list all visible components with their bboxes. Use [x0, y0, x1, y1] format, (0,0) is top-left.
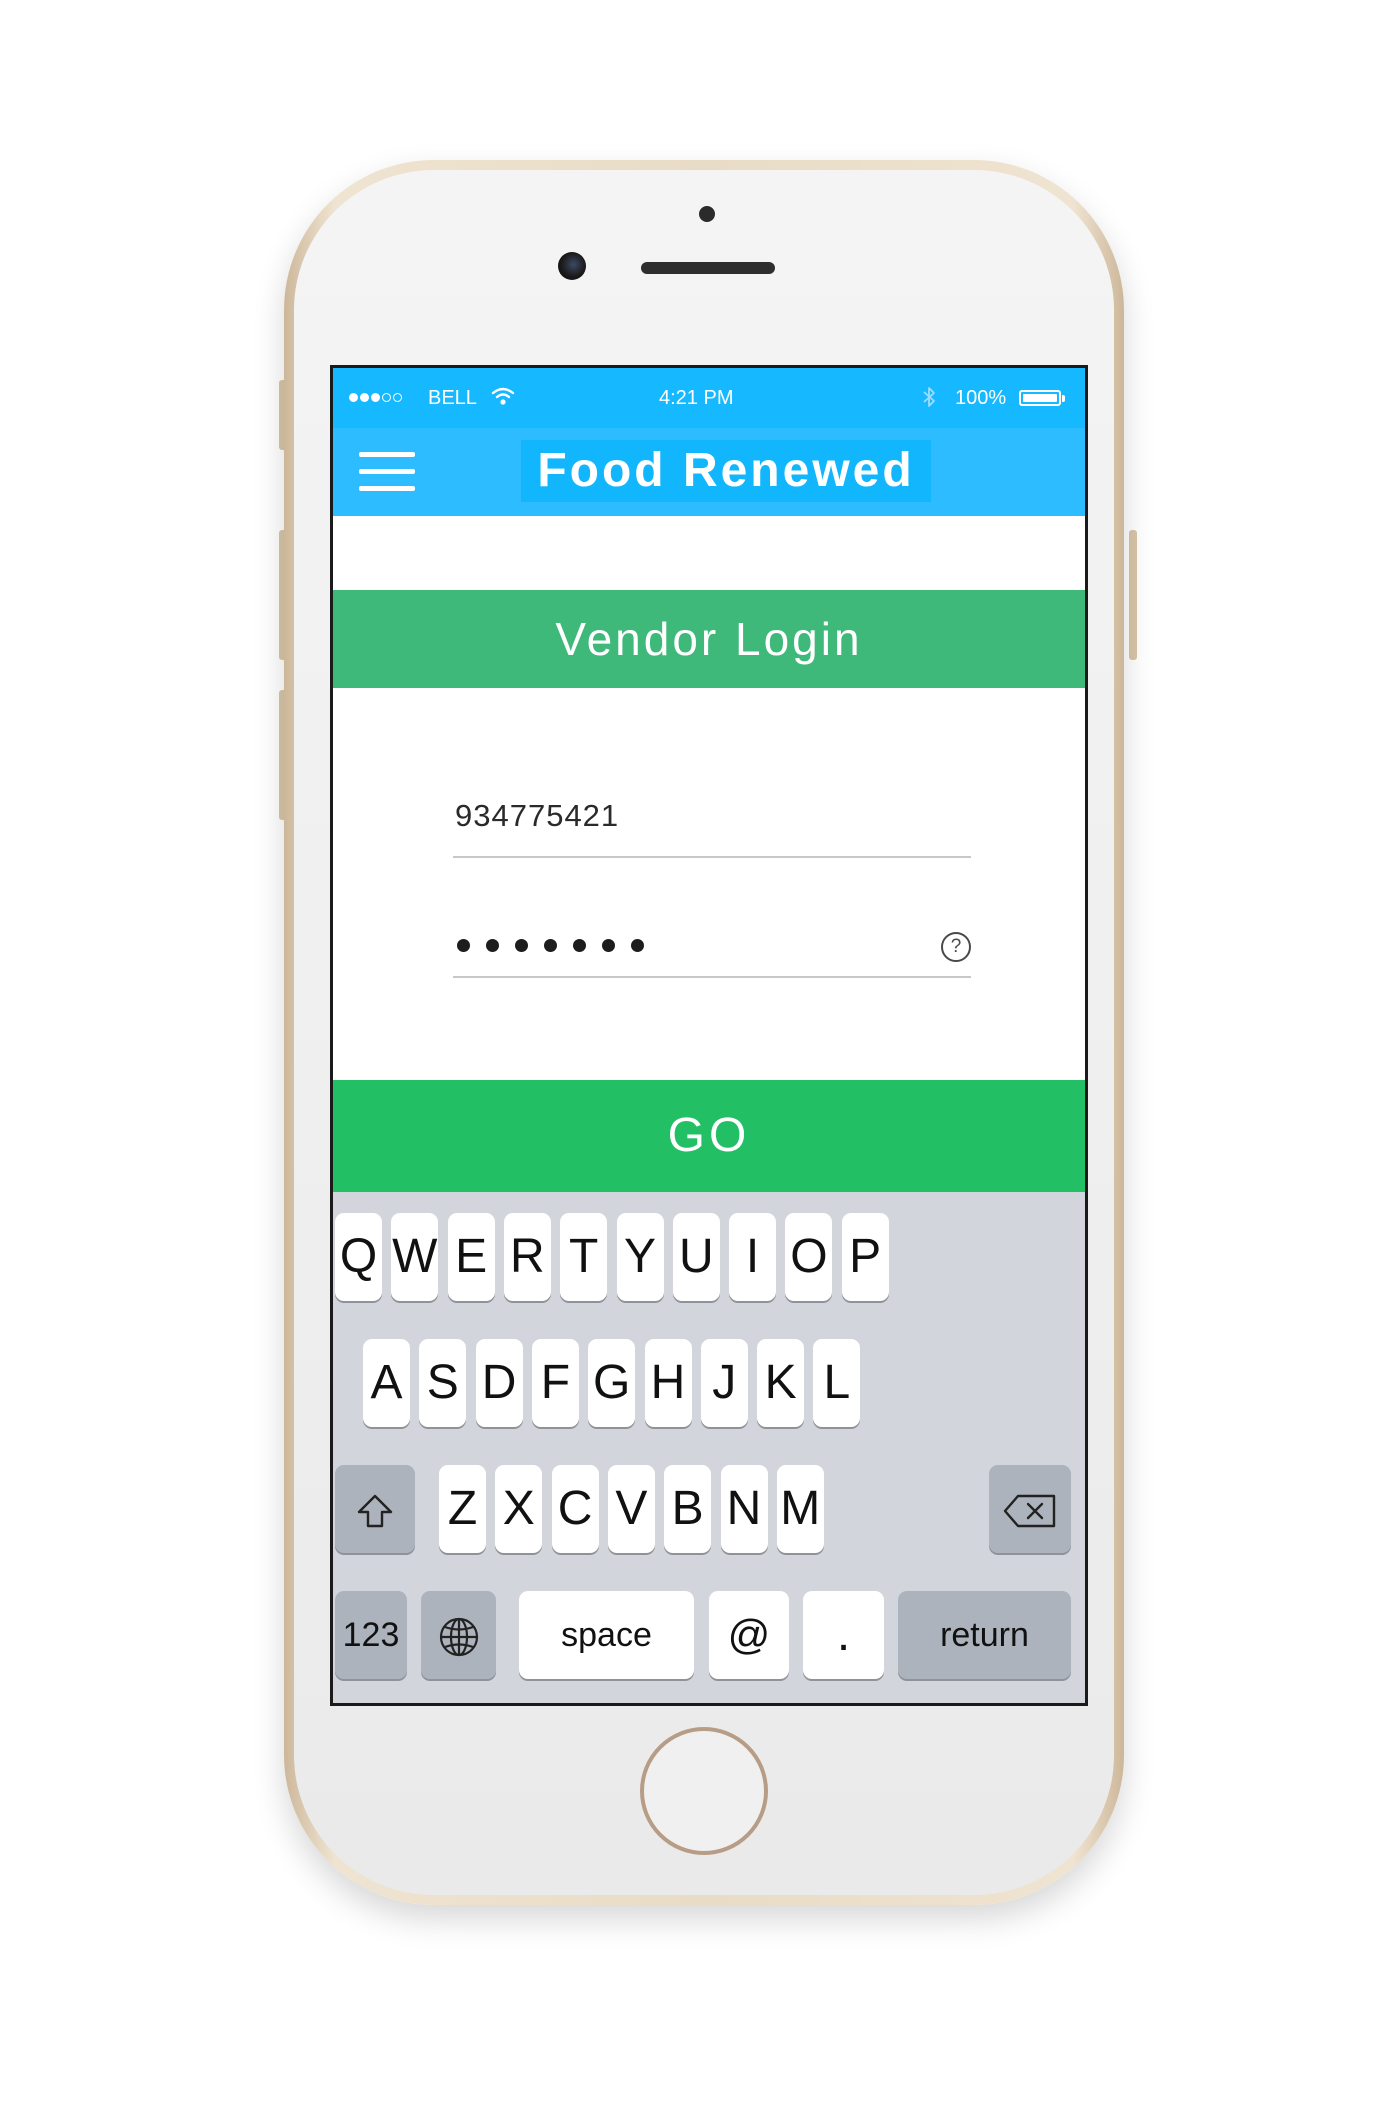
battery-level [1023, 394, 1057, 402]
battery-icon [1019, 390, 1061, 406]
vendor-login-heading: Vendor Login [555, 613, 863, 665]
key-h[interactable]: H [644, 1339, 692, 1427]
key-d[interactable]: D [475, 1339, 523, 1427]
front-camera [558, 252, 586, 280]
key-c[interactable]: C [551, 1465, 599, 1553]
shift-key[interactable] [335, 1465, 415, 1553]
password-dot [544, 939, 557, 952]
key-a[interactable]: A [363, 1339, 410, 1427]
return-key[interactable]: return [898, 1591, 1071, 1679]
proximity-sensor [699, 206, 715, 222]
key-p[interactable]: P [841, 1213, 889, 1301]
key-f[interactable]: F [531, 1339, 579, 1427]
key-i[interactable]: I [729, 1213, 777, 1301]
app-header: Food Renewed [333, 428, 1085, 516]
stage: BELL 4:21 PM 100% Food Renewed Vendor Lo… [0, 0, 1399, 2108]
key-w[interactable]: W [391, 1213, 439, 1301]
password-dot [486, 939, 499, 952]
key-e[interactable]: E [447, 1213, 495, 1301]
home-button[interactable] [640, 1727, 768, 1855]
phone-screen: BELL 4:21 PM 100% Food Renewed Vendor Lo… [330, 365, 1088, 1706]
username-value: 934775421 [455, 798, 620, 833]
password-masked-value [457, 939, 644, 952]
key-u[interactable]: U [672, 1213, 720, 1301]
app-title: Food Renewed [537, 444, 915, 497]
hamburger-menu-icon[interactable] [359, 452, 415, 494]
signal-strength-indicator [349, 393, 402, 402]
signal-dot [349, 393, 358, 402]
key-r[interactable]: R [503, 1213, 551, 1301]
key-b[interactable]: B [664, 1465, 712, 1553]
signal-dot [371, 393, 380, 402]
key-m[interactable]: M [776, 1465, 824, 1553]
username-field[interactable]: 934775421 [453, 788, 971, 858]
globe-icon [439, 1618, 478, 1657]
key-t[interactable]: T [560, 1213, 608, 1301]
dot-key[interactable]: . [803, 1591, 884, 1679]
password-dot [602, 939, 615, 952]
key-q[interactable]: Q [335, 1213, 382, 1301]
signal-dot [382, 393, 391, 402]
app-title-box: Food Renewed [521, 440, 931, 502]
key-v[interactable]: V [607, 1465, 655, 1553]
key-k[interactable]: K [757, 1339, 805, 1427]
battery-tip [1062, 395, 1065, 402]
password-field[interactable]: ? [453, 908, 971, 978]
key-j[interactable]: J [700, 1339, 748, 1427]
clock-time: 4:21 PM [659, 387, 734, 409]
at-key[interactable]: @ [709, 1591, 789, 1679]
carrier-name: BELL [428, 387, 477, 409]
delete-key[interactable] [989, 1465, 1071, 1553]
power-button [1129, 530, 1137, 660]
onscreen-keyboard: 123 space @ . return QWERTYUIOP ASDFGHJKL… [333, 1192, 1085, 1703]
space-key[interactable]: space [519, 1591, 694, 1679]
key-n[interactable]: N [720, 1465, 768, 1553]
password-dot [631, 939, 644, 952]
password-dot [457, 939, 470, 952]
shift-arrow-icon [357, 1495, 393, 1528]
bluetooth-icon [921, 385, 937, 414]
password-dot [573, 939, 586, 952]
numbers-key[interactable]: 123 [335, 1591, 407, 1679]
vendor-login-banner: Vendor Login [333, 590, 1085, 688]
key-z[interactable]: Z [439, 1465, 486, 1553]
wifi-icon [491, 386, 515, 411]
signal-dot [393, 393, 402, 402]
status-bar: BELL 4:21 PM 100% [333, 368, 1085, 428]
question-circle-icon[interactable]: ? [941, 932, 971, 962]
key-o[interactable]: O [785, 1213, 833, 1301]
key-y[interactable]: Y [616, 1213, 664, 1301]
key-g[interactable]: G [588, 1339, 636, 1427]
key-l[interactable]: L [813, 1339, 861, 1427]
globe-key[interactable] [421, 1591, 496, 1679]
key-s[interactable]: S [419, 1339, 467, 1427]
earpiece-speaker [641, 262, 775, 274]
battery-percentage: 100% [955, 387, 1007, 409]
go-button[interactable]: GO [333, 1080, 1085, 1192]
backspace-icon [1003, 1495, 1056, 1528]
password-dot [515, 939, 528, 952]
signal-dot [360, 393, 369, 402]
key-x[interactable]: X [495, 1465, 543, 1553]
